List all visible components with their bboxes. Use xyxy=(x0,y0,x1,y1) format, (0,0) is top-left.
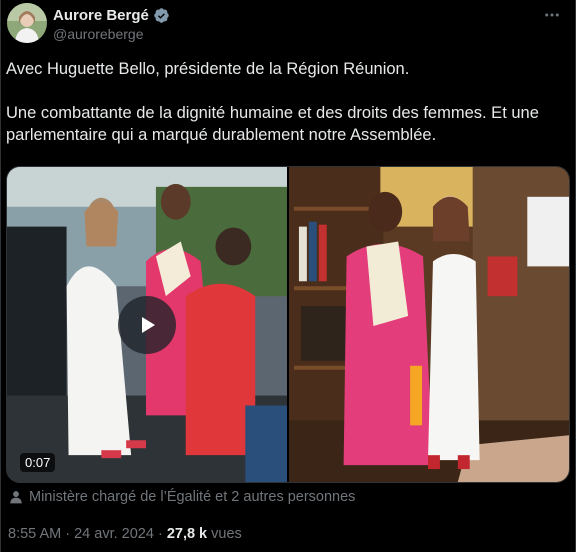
meta-separator: · xyxy=(61,526,75,542)
views-label: vues xyxy=(207,526,242,542)
author-name[interactable]: Aurore Bergé xyxy=(53,7,149,24)
video-duration: 0:07 xyxy=(20,453,56,472)
photo-thumbnail[interactable] xyxy=(289,167,569,482)
person-icon xyxy=(9,490,23,504)
tagged-people[interactable]: Ministère chargé de l’Égalité et 2 autre… xyxy=(9,489,355,505)
more-horizontal-icon[interactable] xyxy=(541,5,563,25)
meta-separator: · xyxy=(153,526,167,542)
tweet-meta: 8:55 AM · 24 avr. 2024 · 27,8 k vues xyxy=(8,526,242,542)
tagged-text: Ministère chargé de l’Égalité et 2 autre… xyxy=(29,489,356,505)
tweet-time[interactable]: 8:55 AM xyxy=(8,526,61,542)
verified-badge-icon xyxy=(153,7,170,24)
views-count: 27,8 k xyxy=(166,526,208,542)
tweet-text: Avec Huguette Bello, présidente de la Ré… xyxy=(6,58,566,146)
tweet-container: Aurore Bergé @auroreberge Avec Huguette … xyxy=(0,0,576,552)
tweet-paragraph: Une combattante de la dignité humaine et… xyxy=(6,104,539,144)
tweet-date[interactable]: 24 avr. 2024 xyxy=(74,526,154,542)
video-thumbnail[interactable]: 0:07 xyxy=(7,167,287,482)
tweet-header: Aurore Bergé @auroreberge xyxy=(7,3,575,45)
avatar[interactable] xyxy=(7,3,47,43)
play-icon[interactable] xyxy=(118,295,176,354)
author-handle[interactable]: @auroreberge xyxy=(53,26,144,42)
tweet-paragraph: Avec Huguette Bello, présidente de la Ré… xyxy=(6,60,410,78)
media-grid: 0:07 xyxy=(6,166,570,483)
